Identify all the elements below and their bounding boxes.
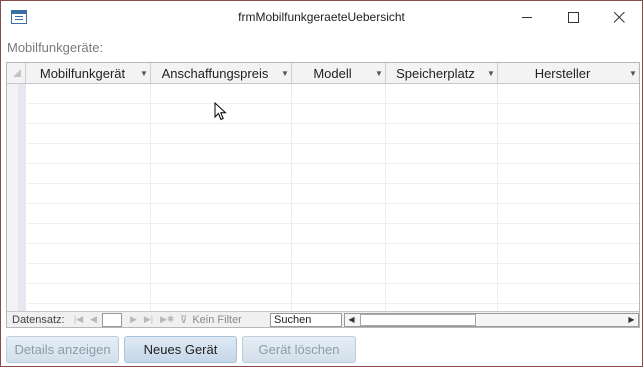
last-record-icon[interactable]: ▶|	[143, 313, 154, 325]
record-selector-column[interactable]	[7, 84, 26, 312]
dropdown-arrow-icon[interactable]: ▼	[627, 69, 639, 78]
scroll-thumb[interactable]	[360, 314, 476, 326]
column-header-modell[interactable]: Modell ▼	[292, 63, 386, 83]
column-header-label: Modell	[313, 65, 352, 81]
dropdown-arrow-icon[interactable]: ▼	[485, 69, 497, 78]
first-record-icon[interactable]: |◀	[73, 313, 84, 325]
filter-toggle[interactable]: ⊽ Kein Filter	[180, 314, 242, 326]
datasheet-grid[interactable]: Mobilfunkgerät ▼ Anschaffungspreis ▼ Mod…	[6, 62, 640, 328]
maximize-icon	[567, 12, 579, 23]
new-record-icon[interactable]: ▶✱	[160, 313, 174, 325]
maximize-button[interactable]	[550, 1, 596, 34]
new-device-button[interactable]: Neues Gerät	[124, 336, 237, 363]
column-header-speicherplatz[interactable]: Speicherplatz ▼	[386, 63, 498, 83]
column-header-mobilfunkgeraet[interactable]: Mobilfunkgerät ▼	[27, 63, 151, 83]
next-record-icon[interactable]: ▶	[128, 313, 139, 325]
dropdown-arrow-icon[interactable]: ▼	[373, 69, 385, 78]
select-all-corner[interactable]	[7, 63, 26, 83]
title-bar[interactable]: frmMobilfunkgeraeteUebersicht	[1, 1, 642, 34]
filter-icon: ⊽	[180, 315, 188, 326]
close-button[interactable]	[596, 1, 642, 34]
delete-device-button[interactable]: Gerät löschen	[242, 336, 356, 363]
filter-label: Kein Filter	[192, 314, 242, 326]
minimize-icon	[521, 17, 532, 18]
previous-record-icon[interactable]: ◀	[88, 313, 99, 325]
column-header-anschaffungspreis[interactable]: Anschaffungspreis ▼	[151, 63, 292, 83]
close-icon	[613, 12, 625, 23]
record-navigation-bar: Datensatz: |◀ ◀ ▶ ▶| ▶✱ ⊽ Kein Filter Suc…	[7, 311, 639, 327]
grid-body[interactable]	[27, 84, 639, 312]
dropdown-arrow-icon[interactable]: ▼	[138, 69, 150, 78]
column-header-label: Hersteller	[534, 65, 591, 81]
record-number-input[interactable]	[102, 313, 122, 327]
column-header-label: Mobilfunkgerät	[39, 65, 126, 81]
record-label: Datensatz:	[12, 314, 65, 326]
details-button[interactable]: Details anzeigen	[6, 336, 119, 363]
column-header-label: Anschaffungspreis	[161, 65, 269, 81]
minimize-button[interactable]	[504, 1, 550, 34]
column-header-hersteller[interactable]: Hersteller ▼	[498, 63, 639, 83]
form-window: frmMobilfunkgeraeteUebersicht Mobilfunkg…	[0, 0, 643, 367]
scroll-left-icon[interactable]: ◀	[345, 314, 358, 326]
horizontal-scrollbar[interactable]: ◀ ▶	[344, 313, 639, 327]
dropdown-arrow-icon[interactable]: ▼	[279, 69, 291, 78]
form-label: Mobilfunkgeräte:	[7, 40, 104, 55]
mouse-cursor-icon	[214, 102, 227, 121]
scroll-right-icon[interactable]: ▶	[625, 314, 638, 326]
search-input[interactable]: Suchen	[270, 313, 342, 327]
column-header-label: Speicherplatz	[396, 65, 475, 81]
grid-header: Mobilfunkgerät ▼ Anschaffungspreis ▼ Mod…	[7, 63, 639, 84]
